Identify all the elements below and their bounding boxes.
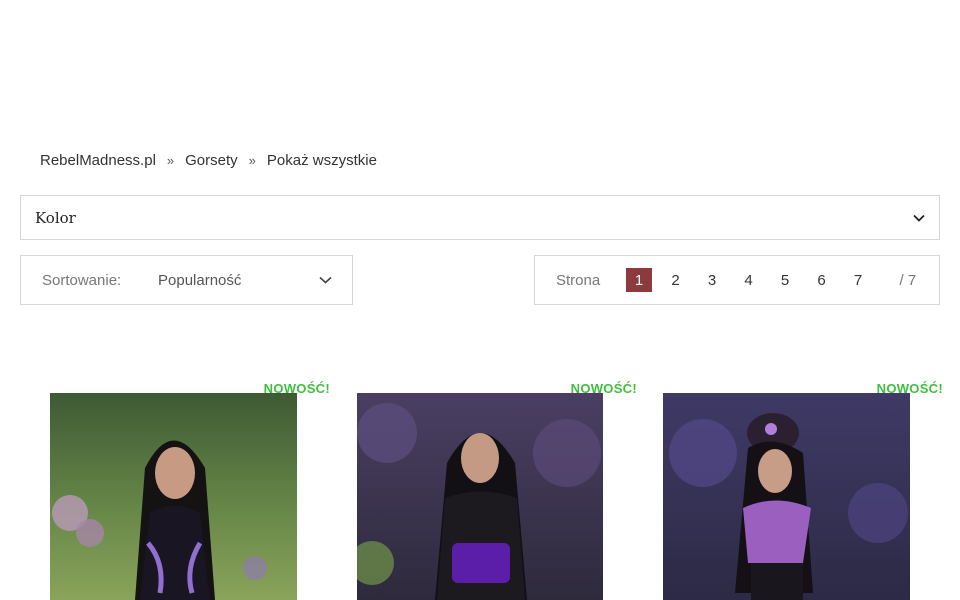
product-card[interactable]: NOWOŚĆ! <box>663 378 943 600</box>
product-image[interactable] <box>663 393 910 600</box>
page-link-4[interactable]: 4 <box>736 268 762 292</box>
product-card[interactable]: NOWOŚĆ! <box>50 378 330 600</box>
sort-box: Sortowanie: Popularność <box>20 255 353 305</box>
pagination: Strona 1 2 3 4 5 6 7 / 7 <box>534 255 940 305</box>
pagination-total: / 7 <box>899 271 917 289</box>
product-image[interactable] <box>357 393 604 600</box>
breadcrumb-category-link[interactable]: Gorsety <box>185 152 238 169</box>
breadcrumb: RebelMadness.pl » Gorsety » Pokaż wszyst… <box>40 152 377 169</box>
breadcrumb-home-link[interactable]: RebelMadness.pl <box>40 152 156 169</box>
chevron-down-icon <box>319 271 332 289</box>
sort-value: Popularność <box>158 271 242 289</box>
product-image[interactable] <box>50 393 297 600</box>
sort-label: Sortowanie: <box>42 271 122 289</box>
page-link-7[interactable]: 7 <box>845 268 871 292</box>
chevron-down-icon <box>913 209 925 227</box>
breadcrumb-separator: » <box>248 153 256 168</box>
product-card[interactable]: NOWOŚĆ! <box>357 378 637 600</box>
color-filter-dropdown[interactable]: Kolor <box>20 195 940 240</box>
page-link-6[interactable]: 6 <box>809 268 835 292</box>
page-link-2[interactable]: 2 <box>663 268 689 292</box>
sort-select[interactable]: Popularność <box>158 271 332 289</box>
page-link-3[interactable]: 3 <box>699 268 725 292</box>
breadcrumb-separator: » <box>166 153 175 168</box>
product-grid: NOWOŚĆ! NOWOŚĆ! NOWOŚĆ! <box>0 378 960 600</box>
page-link-1[interactable]: 1 <box>626 268 652 292</box>
page-link-5[interactable]: 5 <box>772 268 798 292</box>
color-filter-label: Kolor <box>35 208 76 227</box>
breadcrumb-current: Pokaż wszystkie <box>266 152 377 169</box>
pagination-label: Strona <box>556 271 601 289</box>
